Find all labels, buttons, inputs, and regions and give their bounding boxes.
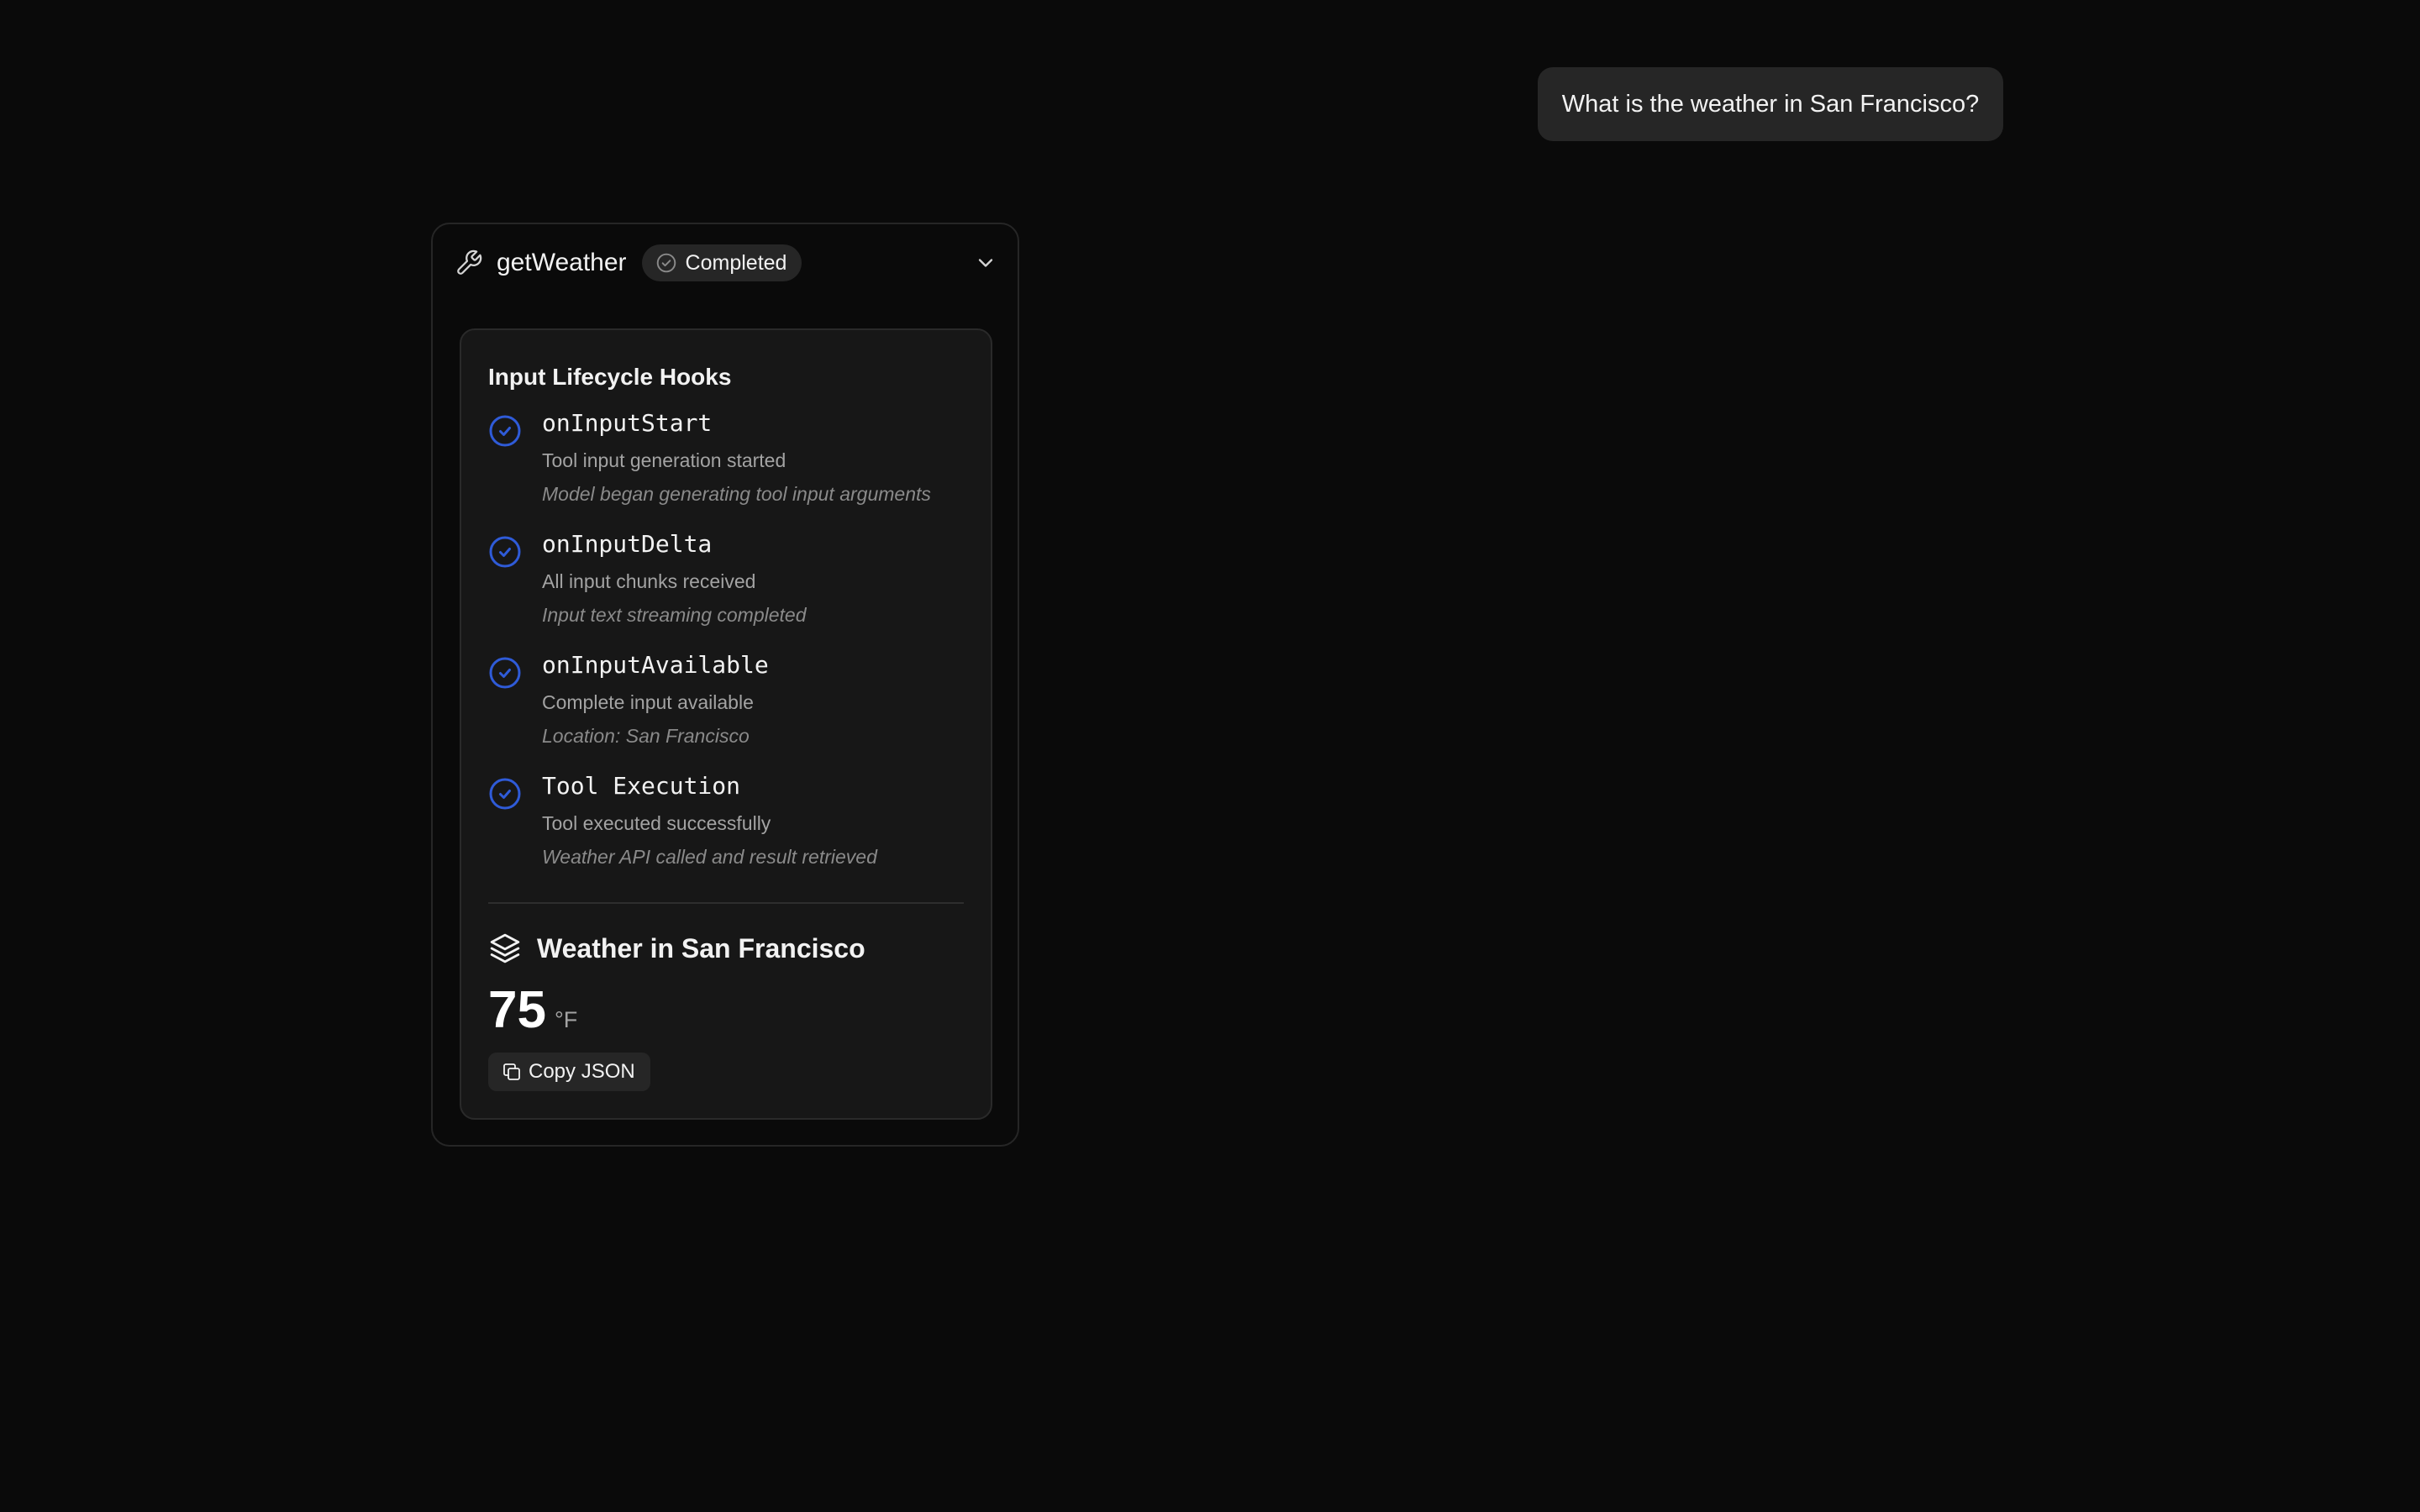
hook-name: onInputDelta: [542, 530, 713, 558]
layers-icon: [488, 932, 522, 965]
hook-description: Tool executed successfully: [542, 812, 771, 834]
divider: [488, 902, 964, 904]
check-circle-icon: [489, 657, 521, 689]
wrench-icon: [455, 249, 483, 277]
hook-detail: Weather API called and result retrieved: [542, 846, 877, 868]
tool-details-panel: Input Lifecycle Hooks onInputStart Tool …: [460, 328, 992, 1120]
result-title: Weather in San Francisco: [537, 932, 865, 963]
check-circle-icon: [655, 252, 677, 274]
hook-item: onInputAvailable Complete input availabl…: [488, 651, 984, 765]
copy-icon: [502, 1062, 522, 1082]
hooks-title: Input Lifecycle Hooks: [488, 364, 732, 390]
user-message-bubble: What is the weather in San Francisco?: [1538, 67, 2003, 141]
temperature-value: 75: [488, 981, 546, 1039]
status-label: Completed: [685, 250, 787, 275]
user-message-text: What is the weather in San Francisco?: [1561, 90, 1980, 118]
hook-detail: Model began generating tool input argume…: [542, 483, 931, 505]
copy-json-label: Copy JSON: [529, 1060, 635, 1083]
check-circle-icon: [489, 536, 521, 568]
hook-item: Tool Execution Tool executed successfull…: [488, 772, 984, 886]
hook-name: Tool Execution: [542, 772, 741, 800]
chat-page: What is the weather in San Francisco? ge…: [0, 0, 2420, 1512]
hook-detail: Location: San Francisco: [542, 725, 750, 747]
temperature-row: 75 °F: [488, 980, 577, 1040]
hook-item: onInputStart Tool input generation start…: [488, 409, 984, 523]
collapse-button[interactable]: [969, 246, 1002, 280]
hook-description: Tool input generation started: [542, 449, 786, 471]
status-badge: Completed: [641, 244, 802, 281]
copy-json-button[interactable]: Copy JSON: [488, 1053, 650, 1091]
hook-detail: Input text streaming completed: [542, 604, 807, 626]
check-circle-icon: [489, 415, 521, 447]
temperature-unit: °F: [554, 1007, 578, 1032]
result-header: Weather in San Francisco: [488, 932, 865, 965]
hook-description: Complete input available: [542, 691, 754, 713]
tool-call-card: getWeather Completed Input Lifecycle Hoo…: [431, 223, 1019, 1147]
check-circle-icon: [489, 778, 521, 810]
hook-description: All input chunks received: [542, 570, 756, 592]
tool-name: getWeather: [497, 249, 627, 276]
hook-item: onInputDelta All input chunks received I…: [488, 530, 984, 644]
hook-name: onInputAvailable: [542, 651, 769, 679]
tool-header[interactable]: getWeather Completed: [433, 224, 1018, 302]
chevron-down-icon: [978, 259, 993, 267]
hook-name: onInputStart: [542, 409, 713, 437]
